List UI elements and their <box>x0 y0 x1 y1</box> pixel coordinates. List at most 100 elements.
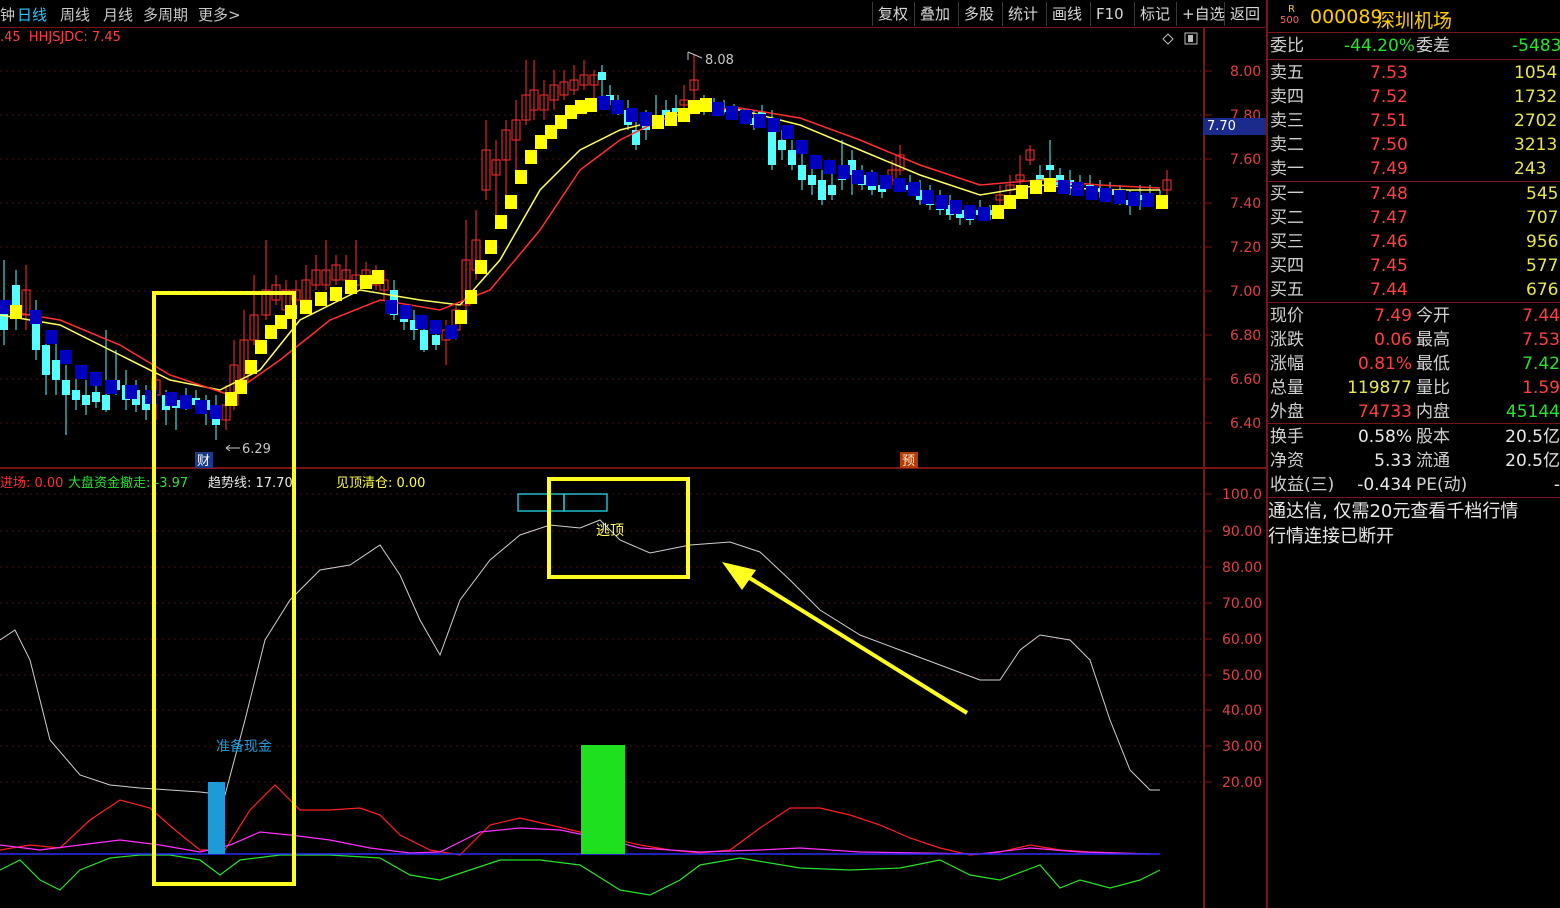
candle-body <box>778 140 786 150</box>
osc-tick-label: 50.00 <box>1222 668 1262 684</box>
bid-price: 7.47 <box>1370 208 1408 228</box>
quote-divider <box>1268 497 1560 498</box>
trend-block <box>525 150 537 164</box>
ma-short-line <box>0 107 1160 391</box>
timeframe-daily[interactable]: 日线 <box>17 4 47 25</box>
f10-button[interactable]: F10 <box>1090 2 1129 26</box>
stat-label-2: 最高 <box>1416 330 1450 350</box>
candle-body <box>818 180 826 200</box>
fund-value: 0.58% <box>1357 427 1412 447</box>
ask-volume: 2702 <box>1514 111 1558 131</box>
trend-block <box>1114 190 1126 204</box>
price-tick-label: 6.60 <box>1230 372 1261 388</box>
stat-value-2: 7.44 <box>1522 306 1560 326</box>
trend-block <box>652 115 664 129</box>
trend-block <box>598 96 610 110</box>
candle-body <box>798 165 806 180</box>
stats-button[interactable]: 统计 <box>1002 2 1043 26</box>
capital-flow-line <box>0 854 1161 896</box>
timeframe-more[interactable]: 更多> <box>198 4 241 25</box>
osc-tick-label: 70.00 <box>1222 596 1262 612</box>
trend-block <box>300 300 312 314</box>
bid-label: 买四 <box>1270 256 1304 276</box>
price-tick-label: 7.00 <box>1230 284 1261 300</box>
back-button[interactable]: 返回 <box>1224 2 1265 26</box>
ask-row: 卖三 7.51 2702 <box>1268 109 1560 133</box>
fund-label: 净资 <box>1270 451 1304 471</box>
weicha-value: -5483 <box>1512 36 1560 56</box>
diamond-icon[interactable] <box>1162 33 1174 45</box>
price-gridlines <box>0 70 1204 424</box>
trend-block <box>964 205 976 219</box>
stat-value: 0.81% <box>1357 354 1412 374</box>
bid-row: 买三 7.46 956 <box>1268 230 1560 254</box>
timeframe-monthly[interactable]: 月线 <box>103 4 133 25</box>
timeframe-weekly[interactable]: 周线 <box>60 4 90 25</box>
annotation-arrow <box>738 570 969 715</box>
trend-block <box>372 270 384 284</box>
ask-volume: 1732 <box>1514 87 1558 107</box>
trend-block <box>485 240 497 254</box>
weibi-label: 委比 <box>1270 36 1304 56</box>
stat-label-2: 量比 <box>1416 378 1450 398</box>
fuquan-button[interactable]: 复权 <box>872 2 913 26</box>
trend-block <box>400 305 412 319</box>
stat-value-2: 45144 <box>1505 402 1560 422</box>
ask-volume: 1054 <box>1514 63 1558 83</box>
trend-block <box>838 165 850 179</box>
escape-top-label: 逃顶 <box>596 523 624 539</box>
trend-block <box>665 112 677 126</box>
stock-code: 000089 <box>1310 6 1383 28</box>
multi-stock-button[interactable]: 多股 <box>958 2 999 26</box>
bid-label: 买一 <box>1270 184 1304 204</box>
kline-chart[interactable]: 8.007.807.607.407.207.006.806.606.40 100… <box>0 28 1266 908</box>
current-price-tag: 7.70 <box>1204 118 1266 135</box>
timeframe-minute-partial[interactable]: 钟 <box>0 4 15 25</box>
weicha-label: 委差 <box>1416 36 1450 56</box>
promo-message[interactable]: 通达信, 仅需20元查看千档行情 <box>1268 500 1560 524</box>
cyan-signal-box-2 <box>563 493 608 512</box>
bid-price: 7.44 <box>1370 280 1408 300</box>
stat-value: 7.49 <box>1374 306 1412 326</box>
add-watchlist-button[interactable]: +自选 <box>1176 2 1230 26</box>
ask-price: 7.50 <box>1370 135 1408 155</box>
cai-badge-text: 财 <box>197 454 210 469</box>
trend-block <box>585 98 597 112</box>
trend-block <box>866 172 878 186</box>
trend-oscillator-line <box>0 519 1160 796</box>
trend-block <box>810 155 822 169</box>
bid-volume: 707 <box>1526 208 1559 228</box>
stat-label: 外盘 <box>1270 402 1304 422</box>
trend-block <box>824 160 836 174</box>
bid-volume: 676 <box>1526 280 1559 300</box>
trend-block <box>1086 186 1098 200</box>
candle-body <box>82 395 90 405</box>
high-annotation: 8.08 <box>705 53 734 68</box>
fundamental-row: 换手 0.58% 股本 20.5亿 <box>1268 425 1560 449</box>
stat-label: 总量 <box>1270 378 1304 398</box>
stat-label-2: 最低 <box>1416 354 1450 374</box>
trend-block <box>195 400 207 414</box>
stat-label: 现价 <box>1270 306 1304 326</box>
overlay-button[interactable]: 叠加 <box>914 2 955 26</box>
stat-value-2: 7.42 <box>1522 354 1560 374</box>
bid-row: 买五 7.44 676 <box>1268 278 1560 302</box>
quote-divider <box>1268 302 1560 303</box>
bid-row: 买一 7.48 545 <box>1268 182 1560 206</box>
trend-block <box>165 392 177 406</box>
fund-value-2: 20.5亿 <box>1505 451 1560 471</box>
candle-body <box>788 150 796 165</box>
candle-body <box>62 380 70 395</box>
timeframe-multi[interactable]: 多周期 <box>143 4 188 25</box>
trend-block <box>950 200 962 214</box>
trend-block <box>445 325 457 339</box>
trend-block <box>505 195 517 209</box>
draw-line-button[interactable]: 画线 <box>1046 2 1087 26</box>
trend-block <box>754 114 766 128</box>
mark-button[interactable]: 标记 <box>1134 2 1175 26</box>
trend-block <box>210 405 222 419</box>
stat-label-2: 今开 <box>1416 306 1450 326</box>
trend-block <box>740 110 752 124</box>
ask-volume: 243 <box>1514 159 1547 179</box>
ask-label: 卖五 <box>1270 63 1304 83</box>
